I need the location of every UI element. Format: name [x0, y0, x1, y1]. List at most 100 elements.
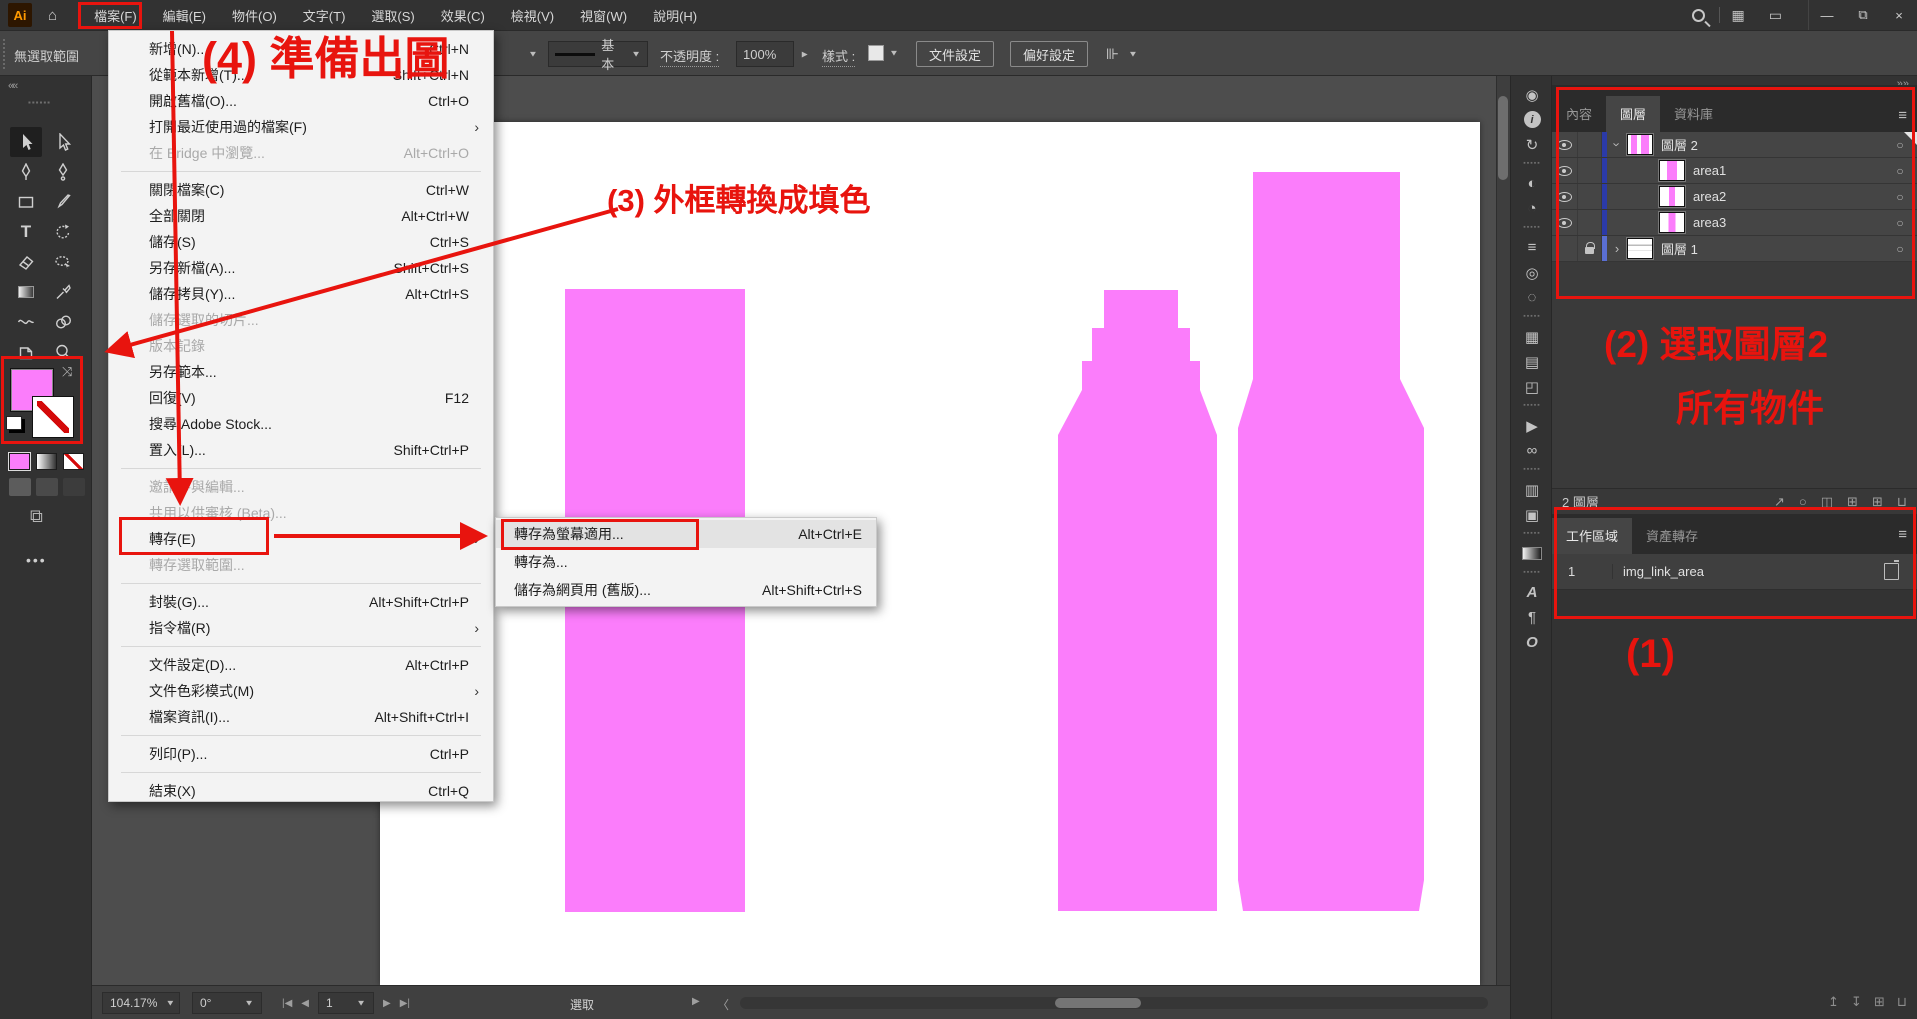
- color-button[interactable]: [9, 453, 30, 470]
- rotation-select[interactable]: 0° ▼: [192, 992, 262, 1014]
- file-menu-item[interactable]: 轉存選取範圍...: [109, 552, 493, 578]
- dock-panel-icon[interactable]: ◔: [1527, 196, 1536, 221]
- first-artboard-button[interactable]: |◀: [282, 998, 292, 1009]
- panel-tab[interactable]: 工作區域: [1552, 518, 1632, 554]
- expand-chevron-icon[interactable]: ›: [1607, 241, 1627, 256]
- file-menu-item[interactable]: 置入(L)... Shift+Ctrl+P: [109, 437, 493, 463]
- layer-row[interactable]: › 圖層 2 ○: [1552, 132, 1917, 158]
- dock-panel-icon[interactable]: ▦: [1525, 324, 1539, 349]
- layers-panel-menu-icon[interactable]: ≡: [1898, 107, 1907, 124]
- style-label[interactable]: 樣式 :: [822, 46, 855, 67]
- gradient-button[interactable]: [36, 453, 57, 470]
- panel-drag-handle[interactable]: [3, 39, 6, 69]
- horizontal-scrollbar-thumb[interactable]: [1055, 998, 1141, 1008]
- file-menu-item[interactable]: 文件設定(D)... Alt+Ctrl+P: [109, 652, 493, 678]
- menubar-item[interactable]: 說明(H): [640, 0, 710, 30]
- file-menu-item[interactable]: 結束(X) Ctrl+Q: [109, 778, 493, 804]
- file-menu-item[interactable]: 在 Bridge 中瀏覽... Alt+Ctrl+O: [109, 140, 493, 166]
- artboards-footer-icon[interactable]: ↧: [1851, 994, 1862, 1010]
- eyedropper-tool[interactable]: [47, 277, 79, 307]
- dock-panel-icon[interactable]: ¶: [1528, 605, 1536, 630]
- dock-panel-icon[interactable]: ▣: [1525, 502, 1539, 527]
- menubar-item[interactable]: 物件(O): [219, 0, 290, 30]
- file-menu-item[interactable]: 打開最近使用過的檔案(F) ›: [109, 114, 493, 140]
- file-menu-item[interactable]: 邀請參與編輯...: [109, 474, 493, 500]
- close-button[interactable]: ×: [1881, 0, 1917, 30]
- layer-name[interactable]: 圖層 2: [1661, 135, 1883, 154]
- minimize-button[interactable]: —: [1809, 0, 1845, 30]
- zoom-level-select[interactable]: 104.17% ▼: [102, 992, 180, 1014]
- menubar-item[interactable]: 選取(S): [358, 0, 427, 30]
- artboards-panel-menu-icon[interactable]: ≡: [1898, 526, 1907, 543]
- shape-builder-tool[interactable]: [47, 307, 79, 337]
- artboard-name[interactable]: img_link_area: [1612, 564, 1884, 579]
- edit-toolbar-icon[interactable]: •••: [26, 552, 47, 568]
- curvature-tool[interactable]: [47, 157, 79, 187]
- workspace-switcher-icon[interactable]: ▦: [1732, 7, 1745, 24]
- draw-behind-button[interactable]: [36, 478, 58, 496]
- lock-toggle[interactable]: [1578, 236, 1602, 261]
- file-menu-item[interactable]: 另存新檔(A)... Shift+Ctrl+S: [109, 255, 493, 281]
- dock-panel-icon[interactable]: ◐: [1527, 171, 1536, 196]
- panel-tab[interactable]: 圖層: [1606, 96, 1660, 132]
- visibility-toggle[interactable]: [1552, 236, 1578, 261]
- file-menu-item[interactable]: 回復(V) F12: [109, 385, 493, 411]
- lock-toggle[interactable]: [1578, 184, 1602, 209]
- eraser-tool[interactable]: [10, 247, 42, 277]
- pink-bottle-shape-2[interactable]: [1238, 172, 1424, 911]
- draw-inside-button[interactable]: [63, 478, 85, 496]
- layer-thumbnail[interactable]: [1627, 238, 1653, 259]
- visibility-toggle[interactable]: [1552, 184, 1578, 209]
- menubar-item[interactable]: 視窗(W): [567, 0, 640, 30]
- dock-panel-icon[interactable]: ◰: [1525, 374, 1539, 399]
- export-submenu-item[interactable]: 轉存為螢幕適用... Alt+Ctrl+E: [496, 520, 876, 548]
- layer-row[interactable]: area1 ○: [1552, 158, 1917, 184]
- layers-footer-icon[interactable]: ○: [1799, 494, 1807, 510]
- dock-panel-icon[interactable]: ◌: [1528, 285, 1537, 310]
- target-circle-icon[interactable]: ○: [1883, 164, 1917, 178]
- artboard-page-icon[interactable]: [1884, 563, 1899, 580]
- menubar-item[interactable]: 文字(T): [290, 0, 359, 30]
- file-menu-item[interactable]: 儲存(S) Ctrl+S: [109, 229, 493, 255]
- file-menu-item[interactable]: 從範本新增(T)... Shift+Ctrl+N: [109, 62, 493, 88]
- vertical-scrollbar-thumb[interactable]: [1498, 96, 1508, 180]
- file-menu-item[interactable]: 共用以供審核 (Beta)...: [109, 500, 493, 526]
- direct-selection-tool[interactable]: [47, 127, 79, 157]
- next-artboard-button[interactable]: ▶: [383, 998, 391, 1009]
- artboards-footer-icon[interactable]: ⊞: [1874, 994, 1885, 1010]
- layer-row[interactable]: › 圖層 1 ○: [1552, 236, 1917, 262]
- paintbrush-tool[interactable]: [47, 187, 79, 217]
- default-fill-stroke-icon[interactable]: [6, 416, 22, 430]
- shaper-tool[interactable]: [47, 247, 79, 277]
- lock-toggle[interactable]: [1578, 158, 1602, 183]
- menubar-item[interactable]: 檢視(V): [498, 0, 567, 30]
- target-circle-icon[interactable]: ○: [1883, 242, 1917, 256]
- opacity-expand-icon[interactable]: ▼: [799, 50, 810, 60]
- type-tool[interactable]: T: [10, 217, 42, 247]
- selection-tool[interactable]: [10, 127, 42, 157]
- swap-fill-stroke-icon[interactable]: ⤨: [62, 364, 72, 380]
- visibility-toggle[interactable]: [1552, 158, 1578, 183]
- layers-footer-icon[interactable]: ⊔: [1897, 494, 1907, 510]
- visibility-toggle[interactable]: [1552, 132, 1578, 157]
- change-screen-mode-icon[interactable]: ⧉: [30, 506, 43, 527]
- menubar-item[interactable]: 編輯(E): [150, 0, 219, 30]
- dock-panel-icon[interactable]: ↻: [1526, 132, 1539, 157]
- layer-thumbnail[interactable]: [1659, 160, 1685, 181]
- artboard-nav-select[interactable]: 1 ▼: [318, 992, 374, 1014]
- dock-panel-icon[interactable]: ◎: [1525, 260, 1538, 285]
- file-menu-item[interactable]: 檔案資訊(I)... Alt+Shift+Ctrl+I: [109, 704, 493, 730]
- file-menu-item[interactable]: 版本記錄: [109, 333, 493, 359]
- dock-panel-icon[interactable]: A: [1527, 580, 1538, 605]
- app-logo-icon[interactable]: Ai: [8, 3, 32, 27]
- rectangle-tool[interactable]: [10, 187, 42, 217]
- file-menu-item[interactable]: 開啟舊檔(O)... Ctrl+O: [109, 88, 493, 114]
- expand-chevron-icon[interactable]: ›: [1607, 137, 1627, 152]
- file-menu-item[interactable]: 搜尋 Adobe Stock...: [109, 411, 493, 437]
- layers-footer-icon[interactable]: ◫: [1821, 494, 1833, 510]
- file-menu-item[interactable]: 指令檔(R) ›: [109, 615, 493, 641]
- zoom-tool[interactable]: [47, 337, 79, 367]
- target-circle-icon[interactable]: ○: [1883, 216, 1917, 230]
- layer-name[interactable]: area3: [1693, 215, 1883, 230]
- stroke-style-select[interactable]: 基本 ▼: [548, 41, 648, 67]
